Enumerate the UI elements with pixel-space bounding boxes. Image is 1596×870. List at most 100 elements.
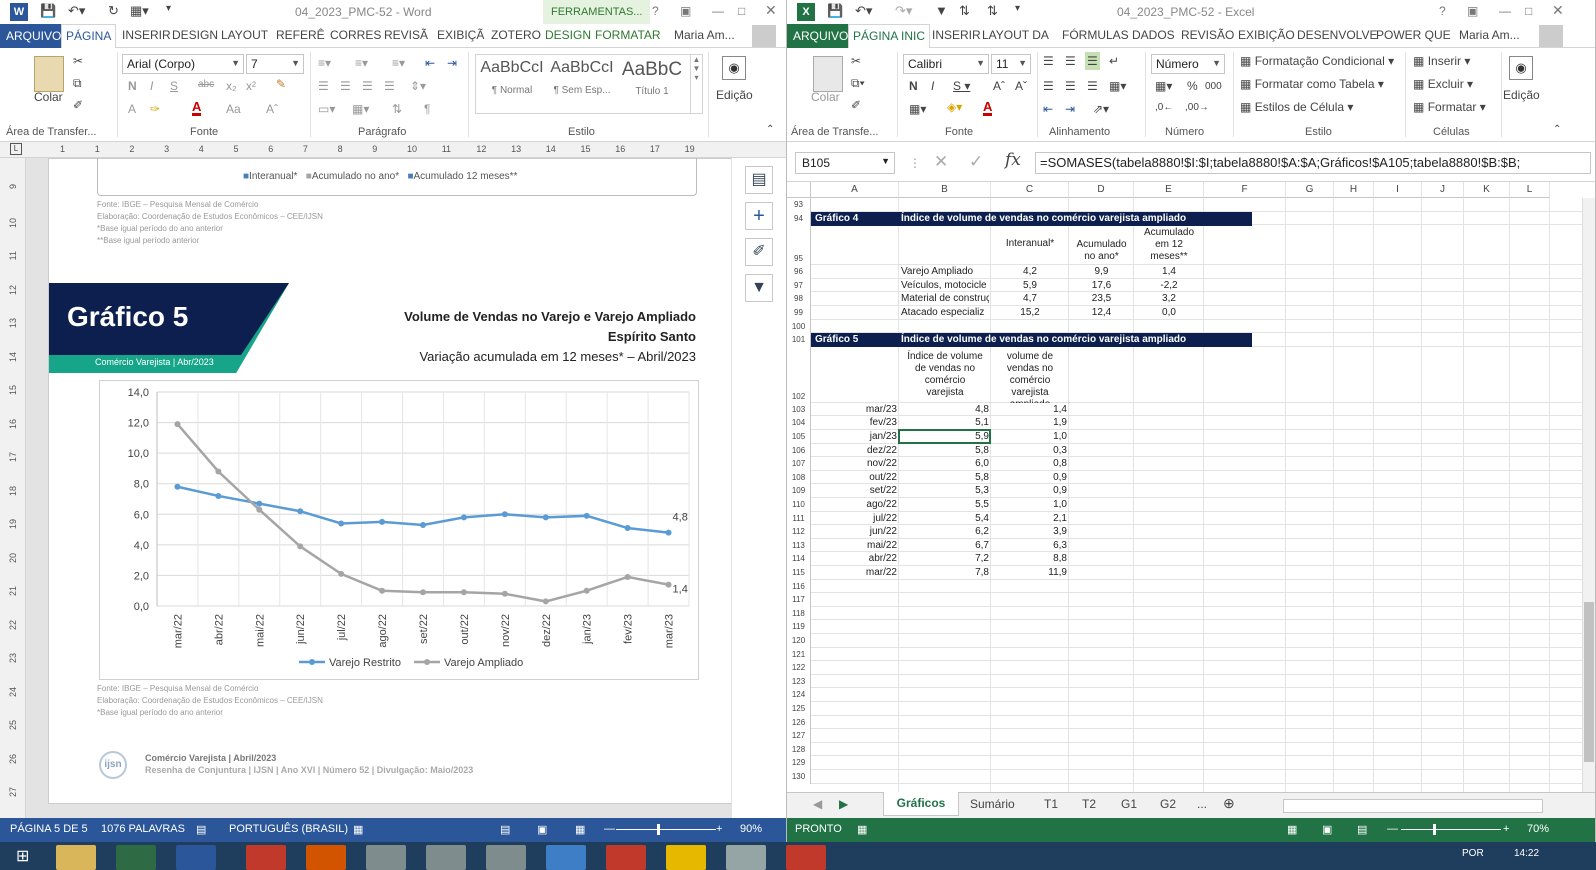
format-as-table-button[interactable]: ▦ Formatar como Tabela ▾ [1240, 77, 1384, 91]
name-box[interactable]: B105 ▼ [795, 152, 895, 174]
cancel-icon[interactable]: ✕ [934, 152, 948, 172]
layout-options-icon[interactable]: ▤ [745, 166, 773, 194]
font-name-combo[interactable]: Calibri ▼ [903, 54, 989, 74]
start-icon[interactable]: ⊞ [16, 846, 29, 866]
row-header[interactable]: 108 [787, 470, 811, 485]
column-header[interactable]: A [811, 182, 899, 198]
avatar[interactable] [1539, 25, 1563, 47]
tab-page-layout[interactable]: LAYOUT DA [982, 28, 1049, 42]
wrap-text-icon[interactable]: ↵ [1109, 54, 1119, 68]
row-header[interactable]: 112 [787, 525, 811, 539]
tab-file[interactable]: ARQUIVO [787, 24, 855, 48]
app-icon[interactable] [606, 845, 646, 870]
tab-insert[interactable]: INSERIR [122, 28, 171, 42]
grow-font-icon[interactable]: Aˆ [266, 102, 278, 116]
align-bottom-icon[interactable]: ☰ [1085, 52, 1100, 70]
copy-icon[interactable]: ⧉▾ [851, 76, 865, 91]
cell-styles-button[interactable]: ▦ Estilos de Célula ▾ [1240, 100, 1353, 114]
web-layout-icon[interactable]: ▦ [575, 823, 585, 836]
pilcrow-icon[interactable]: ¶ [424, 102, 430, 116]
underline-icon[interactable]: S ▾ [953, 79, 970, 93]
shading-icon[interactable]: ▭▾ [318, 102, 335, 116]
zoom-slider-thumb[interactable] [657, 824, 660, 835]
bold-icon[interactable]: N [909, 79, 918, 93]
word-app-icon[interactable]: W [10, 3, 28, 21]
user-name[interactable]: Maria Am... [1459, 28, 1520, 42]
app-icon[interactable] [366, 845, 406, 870]
superscript-icon[interactable]: x² [246, 79, 256, 93]
chrome-icon[interactable] [306, 845, 346, 870]
row-header[interactable]: 99 [787, 306, 811, 320]
tab-context-format[interactable]: FORMATAR [595, 28, 661, 42]
input-language[interactable]: POR [1462, 848, 1484, 859]
tab-review[interactable]: REVISÃO [1181, 28, 1234, 42]
close-icon[interactable]: ✕ [1552, 2, 1564, 19]
justify-icon[interactable]: ☰ [384, 79, 395, 93]
app-icon[interactable] [546, 845, 586, 870]
cut-icon[interactable]: ✂ [73, 54, 83, 68]
selected-cell[interactable] [898, 429, 991, 444]
orientation-icon[interactable]: ⇗▾ [1093, 102, 1109, 116]
tab-view[interactable]: EXIBIÇÃO [1238, 28, 1295, 42]
zoom-in-icon[interactable]: + [716, 823, 722, 835]
avatar[interactable] [752, 25, 776, 47]
column-header[interactable]: L [1510, 182, 1550, 198]
sheet-tab-sumario[interactable]: Sumário [970, 797, 1015, 811]
row-header[interactable]: 130 [787, 770, 811, 784]
ribbon-options-icon[interactable]: ▣ [680, 4, 691, 18]
word-count[interactable]: 1076 PALAVRAS [101, 823, 185, 835]
underline-icon[interactable]: S [170, 79, 178, 93]
add-sheet-icon[interactable]: ⊕ [1223, 795, 1235, 812]
paste-icon[interactable] [34, 56, 64, 92]
borders-icon[interactable]: ▦▾ [352, 102, 369, 116]
column-header[interactable]: K [1464, 182, 1510, 198]
paste-button[interactable]: Colar [811, 90, 840, 104]
zoom-slider[interactable] [1401, 829, 1501, 830]
sheet-tab-g2[interactable]: G2 [1160, 797, 1176, 811]
tab-home[interactable]: PÁGINA INIC [848, 24, 931, 49]
maximize-icon[interactable]: □ [1525, 4, 1532, 18]
row-header[interactable]: 102 [787, 346, 811, 403]
filter-icon[interactable]: ▼ [935, 3, 948, 18]
line-chart[interactable]: 0,0 2,0 4,0 6,0 8,0 10,0 12,0 14,0 mar/22 abr/22 m… [99, 380, 699, 680]
column-header[interactable]: C [991, 182, 1069, 198]
tab-review[interactable]: REVISÃ [384, 28, 428, 42]
align-center-icon[interactable]: ☰ [340, 79, 351, 93]
save-icon[interactable]: 💾 [40, 3, 56, 19]
style-heading-1[interactable]: AaBbC Título 1 [618, 59, 686, 97]
format-painter-icon[interactable]: ✐ [73, 98, 83, 112]
row-header[interactable]: 103 [787, 402, 811, 417]
multilevel-icon[interactable]: ≡▾ [392, 56, 405, 70]
row-header[interactable]: 115 [787, 566, 811, 580]
row-header[interactable]: 109 [787, 484, 811, 498]
row-header[interactable]: 93 [787, 198, 811, 212]
customize-qat-icon[interactable]: ▾ [166, 3, 171, 14]
macro-icon[interactable]: ▦ [353, 823, 363, 836]
next-sheet-icon[interactable]: ▶ [839, 797, 848, 811]
tab-insert[interactable]: INSERIR [932, 28, 981, 42]
user-name[interactable]: Maria Am... [674, 28, 735, 42]
fill-color-icon[interactable]: ◈▾ [947, 100, 962, 114]
cut-icon[interactable]: ✂ [851, 54, 861, 68]
strikethrough-icon[interactable]: abc [198, 79, 214, 90]
document-canvas[interactable]: ■Interanual* ■Acumulado no ano* ■Acumula… [26, 158, 786, 818]
zoom-slider[interactable] [616, 829, 716, 830]
borders-icon[interactable]: ▦▾ [909, 102, 926, 116]
formula-input[interactable]: =SOMASES(tabela8880!$I:$I;tabela8880!$A:… [1035, 152, 1591, 174]
subscript-icon[interactable]: x₂ [226, 79, 237, 93]
read-mode-icon[interactable]: ▤ [500, 823, 510, 836]
help-icon[interactable]: ? [1439, 4, 1446, 18]
increase-indent-icon[interactable]: ⇥ [447, 56, 457, 70]
row-header[interactable]: 107 [787, 457, 811, 471]
bullets-icon[interactable]: ≡▾ [318, 56, 331, 70]
clear-format-icon[interactable]: ✎ [276, 77, 286, 91]
column-header[interactable]: E [1134, 182, 1204, 198]
row-header[interactable]: 111 [787, 511, 811, 526]
editing-button[interactable]: Edição [716, 88, 753, 102]
delete-cells-button[interactable]: ▦ Excluir ▾ [1413, 77, 1473, 91]
row-header[interactable]: 125 [787, 702, 811, 716]
prev-sheet-icon[interactable]: ◀ [813, 797, 822, 811]
document-page[interactable]: ■Interanual* ■Acumulado no ano* ■Acumula… [48, 158, 747, 804]
app-icon[interactable] [786, 845, 826, 870]
gallery-scroll[interactable]: ▲ ▼ ▾ [690, 55, 702, 113]
